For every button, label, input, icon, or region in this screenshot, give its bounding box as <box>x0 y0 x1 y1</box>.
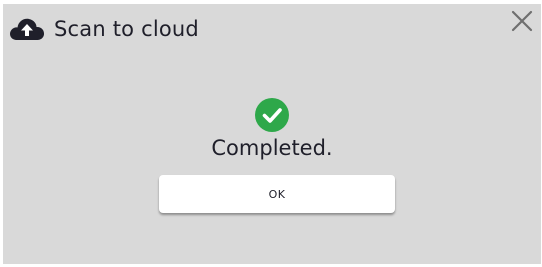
close-icon <box>511 10 533 32</box>
close-button[interactable] <box>509 8 535 34</box>
cloud-upload-icon <box>8 15 46 43</box>
status-message: Completed. <box>211 136 333 160</box>
ok-button-label: OK <box>268 187 286 201</box>
dialog-header: Scan to cloud <box>8 14 199 44</box>
ok-button[interactable]: OK <box>159 175 395 213</box>
dialog-title: Scan to cloud <box>54 17 199 41</box>
check-circle-icon <box>255 98 289 132</box>
status-area: Completed. <box>3 98 541 160</box>
scan-to-cloud-dialog: Scan to cloud Completed. OK <box>3 4 541 264</box>
